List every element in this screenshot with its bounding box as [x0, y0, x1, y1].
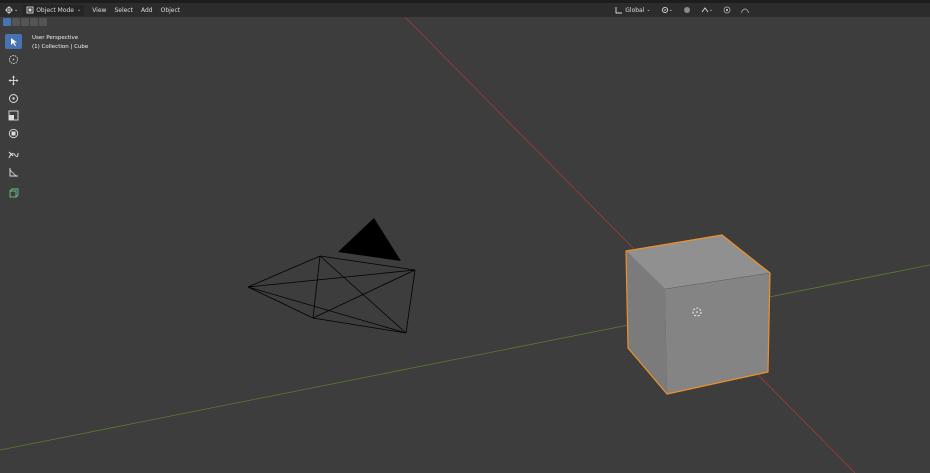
y-axis-line — [0, 264, 930, 451]
menu-view[interactable]: View — [88, 5, 110, 16]
3d-viewport[interactable] — [0, 17, 930, 473]
menu-add[interactable]: Add — [137, 5, 157, 16]
snap-toggle[interactable] — [680, 5, 694, 16]
magnet-icon — [683, 7, 690, 13]
add-cube-icon — [9, 188, 19, 198]
falloff-dropdown[interactable] — [738, 5, 752, 16]
annotate-tool[interactable] — [5, 147, 22, 162]
scale-tool[interactable] — [5, 108, 22, 123]
chevron-down-icon: ⌄ — [646, 7, 651, 13]
measure-tool[interactable] — [5, 165, 22, 180]
falloff-icon — [741, 8, 749, 14]
add-cube-tool[interactable] — [5, 186, 22, 201]
rotate-tool[interactable] — [5, 91, 22, 106]
chevron-down-icon: ⌄ — [14, 7, 19, 13]
proportional-edit-toggle[interactable] — [720, 5, 734, 16]
chevron-down-icon: ⌄ — [668, 7, 673, 13]
orientation-icon — [615, 7, 623, 14]
cursor-tool[interactable] — [5, 52, 22, 67]
camera-up-triangle — [338, 218, 401, 261]
menu-select[interactable]: Select — [110, 5, 137, 16]
scale-icon — [8, 110, 19, 121]
transform-icon — [8, 128, 19, 138]
transform-tool[interactable] — [5, 126, 22, 141]
3d-cursor-tool-icon — [9, 54, 18, 64]
orientation-dropdown[interactable]: Global ⌄ — [612, 5, 653, 16]
pivot-icon — [661, 6, 668, 14]
menu-object[interactable]: Object — [157, 5, 185, 16]
chevron-down-icon: ⌄ — [77, 7, 82, 13]
editor-type-icon — [5, 6, 13, 14]
proportional-edit-icon — [723, 6, 731, 14]
pivot-dropdown[interactable]: ⌄ — [658, 5, 676, 16]
transform-settings: Global ⌄ ⌄ ⌄ — [610, 3, 752, 17]
orientation-label: Global — [625, 6, 645, 14]
mode-dropdown[interactable]: Object Mode ⌄ — [23, 4, 85, 16]
move-tool[interactable] — [5, 73, 22, 88]
viewport-header: ⌄ Object Mode ⌄ View Select Add Object — [0, 3, 930, 17]
camera-object[interactable] — [247, 218, 416, 334]
chevron-down-icon: ⌄ — [708, 7, 713, 13]
mode-label: Object Mode — [36, 6, 74, 14]
rotate-icon — [9, 93, 18, 103]
cube-object[interactable] — [625, 234, 771, 395]
select-box-tool[interactable] — [5, 34, 22, 49]
ruler-icon — [9, 167, 18, 176]
cursor-arrow-icon — [10, 37, 17, 46]
editor-type-button[interactable]: ⌄ — [2, 5, 21, 16]
move-arrows-icon — [8, 75, 19, 86]
tool-shelf — [4, 34, 24, 204]
snap-target-dropdown[interactable]: ⌄ — [698, 5, 716, 16]
x-axis-line — [404, 17, 856, 473]
object-mode-icon — [26, 6, 34, 14]
snap-target-icon — [701, 7, 709, 13]
pencil-icon — [8, 151, 19, 159]
